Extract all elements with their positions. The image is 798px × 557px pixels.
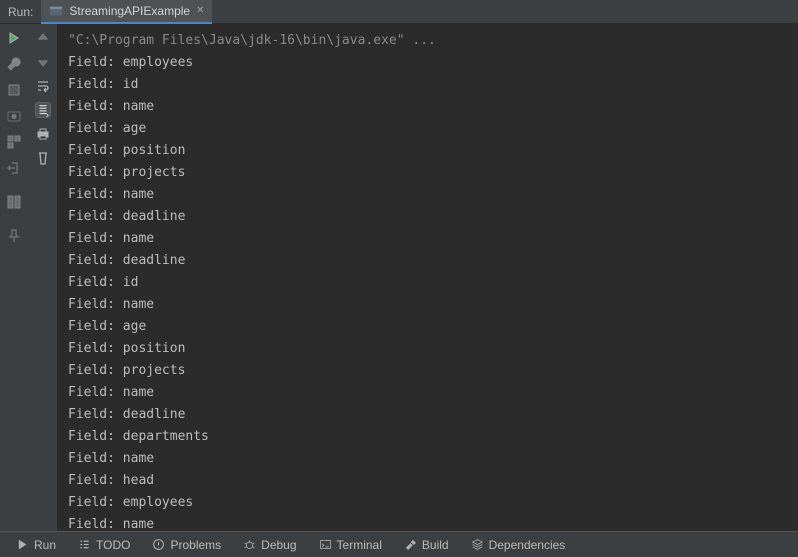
- console-line: Field: position: [68, 140, 788, 162]
- bottom-dependencies[interactable]: Dependencies: [461, 532, 576, 557]
- console-line: Field: projects: [68, 360, 788, 382]
- console-line: Field: projects: [68, 162, 788, 184]
- console-line: Field: name: [68, 228, 788, 250]
- layers-icon: [471, 538, 484, 551]
- stop-icon[interactable]: [6, 82, 22, 98]
- bottom-todo-label: TODO: [96, 538, 130, 552]
- print-icon[interactable]: [35, 126, 51, 142]
- console-line: Field: head: [68, 470, 788, 492]
- scroll-down-icon[interactable]: [35, 54, 51, 70]
- bottom-build[interactable]: Build: [394, 532, 459, 557]
- console-line: Field: departments: [68, 426, 788, 448]
- bottom-debug-label: Debug: [261, 538, 296, 552]
- tab-label: StreamingAPIExample: [69, 4, 190, 18]
- tab-streaming-api[interactable]: StreamingAPIExample ✕: [41, 0, 212, 24]
- console-line: Field: deadline: [68, 404, 788, 426]
- console-line: Field: id: [68, 272, 788, 294]
- run-config-icon: [49, 4, 63, 18]
- rerun-icon[interactable]: [6, 30, 22, 46]
- bottom-dependencies-label: Dependencies: [489, 538, 566, 552]
- bug-icon: [243, 538, 256, 551]
- console-output[interactable]: "C:\Program Files\Java\jdk-16\bin\java.e…: [58, 24, 798, 531]
- dump-threads-icon[interactable]: [6, 108, 22, 124]
- console-line: Field: age: [68, 118, 788, 140]
- console-command-line: "C:\Program Files\Java\jdk-16\bin\java.e…: [68, 30, 788, 52]
- close-icon[interactable]: ✕: [196, 5, 204, 16]
- console-line: Field: employees: [68, 492, 788, 514]
- console-line: Field: id: [68, 74, 788, 96]
- bottom-problems-label: Problems: [170, 538, 221, 552]
- bottom-tool-bar: Run TODO Problems Debug Terminal Build D…: [0, 531, 798, 557]
- list-icon: [78, 538, 91, 551]
- console-actions-column: [28, 24, 58, 531]
- warning-icon: [152, 538, 165, 551]
- console-line: Field: name: [68, 448, 788, 470]
- bottom-run-label: Run: [34, 538, 56, 552]
- run-actions-column: [0, 24, 28, 531]
- bottom-problems[interactable]: Problems: [142, 532, 231, 557]
- scroll-to-end-icon[interactable]: [35, 102, 51, 118]
- bottom-todo[interactable]: TODO: [68, 532, 140, 557]
- console-line: Field: employees: [68, 52, 788, 74]
- console-line: Field: deadline: [68, 206, 788, 228]
- hammer-icon: [404, 538, 417, 551]
- console-line: Field: name: [68, 382, 788, 404]
- layout-icon[interactable]: [6, 134, 22, 150]
- view-mode-icon[interactable]: [6, 194, 22, 210]
- soft-wrap-icon[interactable]: [35, 78, 51, 94]
- console-line: Field: name: [68, 294, 788, 316]
- bottom-terminal-label: Terminal: [337, 538, 382, 552]
- console-line: Field: deadline: [68, 250, 788, 272]
- console-line: Field: position: [68, 338, 788, 360]
- bottom-terminal[interactable]: Terminal: [309, 532, 392, 557]
- exit-icon[interactable]: [6, 160, 22, 176]
- run-label: Run:: [0, 5, 41, 19]
- bottom-run[interactable]: Run: [6, 532, 66, 557]
- console-line: Field: name: [68, 96, 788, 118]
- play-icon: [16, 538, 29, 551]
- pin-icon[interactable]: [6, 228, 22, 244]
- bottom-build-label: Build: [422, 538, 449, 552]
- console-line: Field: name: [68, 514, 788, 531]
- terminal-icon: [319, 538, 332, 551]
- console-line: Field: name: [68, 184, 788, 206]
- wrench-icon[interactable]: [6, 56, 22, 72]
- scroll-up-icon[interactable]: [35, 30, 51, 46]
- clear-all-icon[interactable]: [35, 150, 51, 166]
- console-line: Field: age: [68, 316, 788, 338]
- run-tool-header: Run: StreamingAPIExample ✕: [0, 0, 798, 24]
- bottom-debug[interactable]: Debug: [233, 532, 306, 557]
